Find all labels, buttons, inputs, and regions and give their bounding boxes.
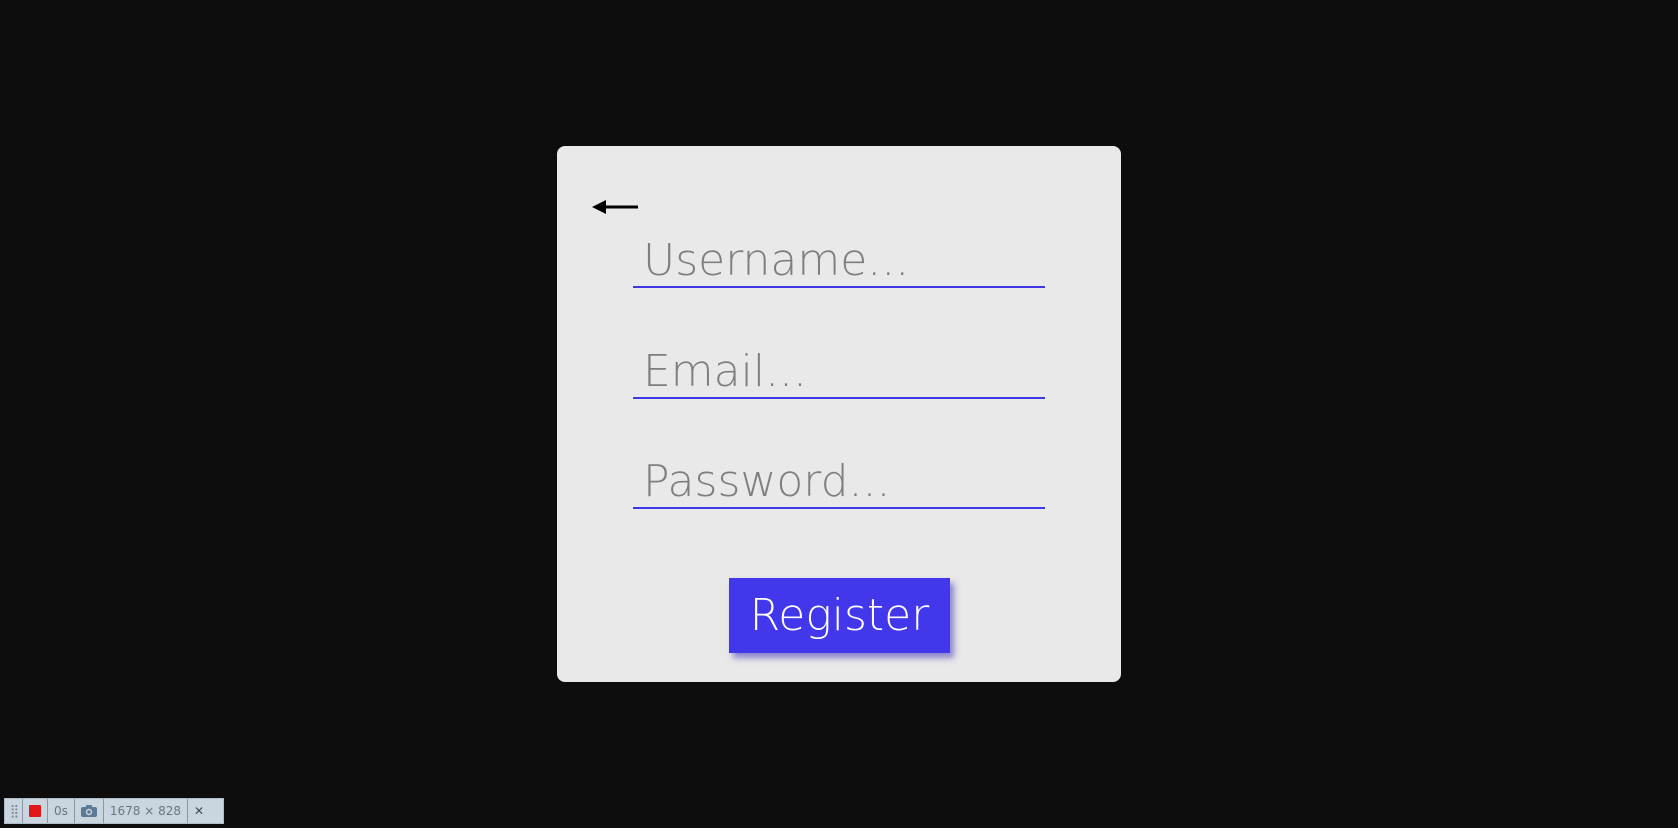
recording-timer: 0s bbox=[48, 799, 75, 823]
arrow-left-icon bbox=[592, 200, 638, 214]
close-button[interactable]: ✕ bbox=[188, 799, 210, 823]
camera-icon bbox=[80, 805, 97, 817]
register-button[interactable]: Register bbox=[729, 578, 950, 653]
register-card: Register bbox=[557, 146, 1121, 682]
close-icon: ✕ bbox=[194, 804, 205, 818]
back-button[interactable] bbox=[592, 191, 642, 223]
password-input[interactable] bbox=[633, 455, 1045, 507]
email-input[interactable] bbox=[633, 345, 1045, 397]
username-field bbox=[633, 234, 1045, 288]
password-field bbox=[633, 455, 1045, 509]
screenshot-button[interactable] bbox=[75, 799, 104, 823]
screen-recorder-toolbar: ⣿ 0s 1678 × 828 ✕ bbox=[4, 798, 224, 824]
username-input[interactable] bbox=[633, 234, 1045, 286]
email-field bbox=[633, 345, 1045, 399]
viewport-dimensions: 1678 × 828 bbox=[104, 799, 189, 823]
stop-record-button[interactable] bbox=[23, 799, 48, 823]
stop-record-icon bbox=[29, 805, 41, 817]
drag-handle-icon[interactable]: ⣿ bbox=[5, 799, 23, 823]
